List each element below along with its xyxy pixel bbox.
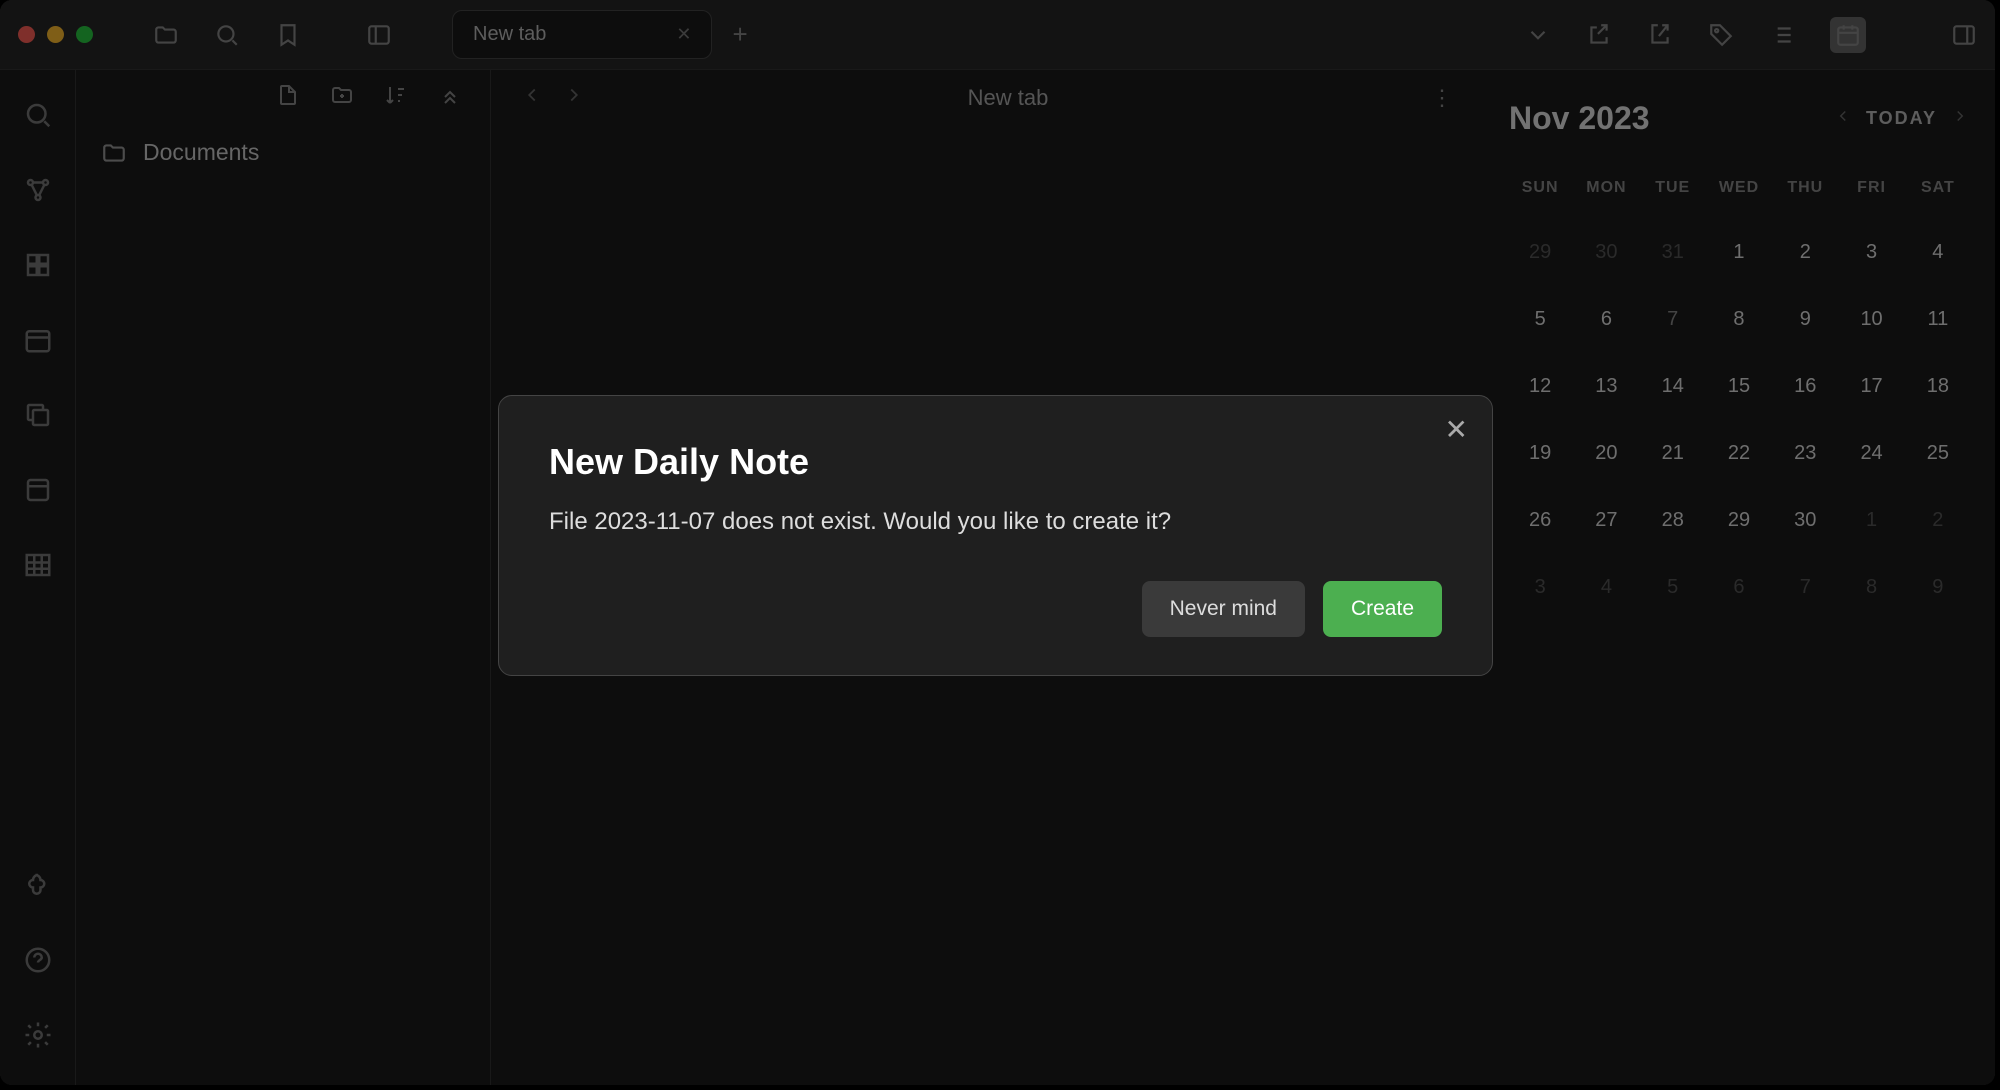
modal-overlay[interactable]: ✕ New Daily Note File 2023-11-07 does no… (0, 0, 1995, 1085)
modal-actions: Never mind Create (549, 581, 1442, 637)
modal-title: New Daily Note (549, 441, 1442, 483)
app-window: New tab ✕ + (0, 0, 1995, 1085)
modal-close-icon[interactable]: ✕ (1445, 416, 1468, 444)
new-daily-note-modal: ✕ New Daily Note File 2023-11-07 does no… (498, 395, 1493, 676)
modal-body: File 2023-11-07 does not exist. Would yo… (549, 508, 1442, 536)
never-mind-button[interactable]: Never mind (1142, 581, 1305, 637)
create-button[interactable]: Create (1323, 581, 1442, 637)
